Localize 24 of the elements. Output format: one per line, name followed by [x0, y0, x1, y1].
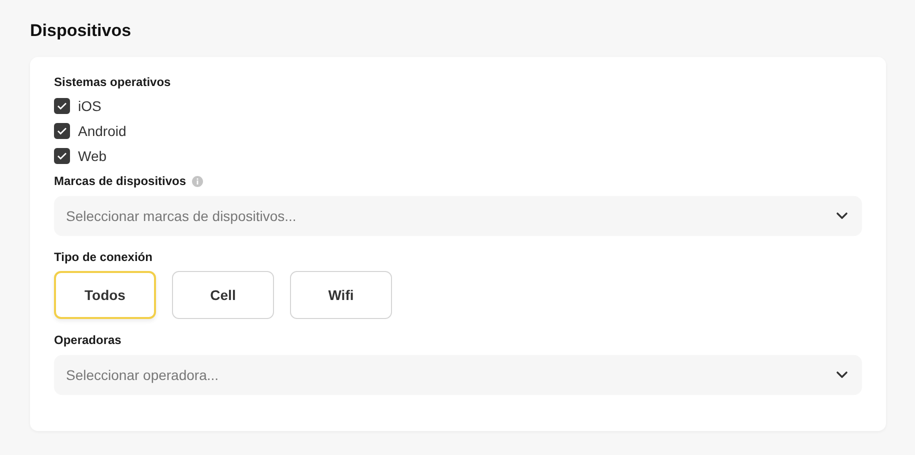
- check-icon: [57, 102, 67, 110]
- field-label: Sistemas operativos: [54, 74, 171, 91]
- section-title: Dispositivos: [30, 20, 132, 42]
- checkbox[interactable]: [54, 98, 70, 114]
- check-icon: [57, 126, 67, 134]
- connection-option[interactable]: Cell: [172, 271, 274, 319]
- chevron-down-icon: [836, 371, 848, 379]
- field-label: Operadoras: [54, 332, 122, 349]
- checkbox-label: Android: [78, 122, 126, 138]
- info-icon: [192, 176, 204, 186]
- check-icon: [57, 152, 67, 160]
- select-placeholder: Seleccionar marcas de dispositivos...: [66, 208, 296, 224]
- checkbox-label: Web: [78, 148, 107, 164]
- select-placeholder: Seleccionar operadora...: [66, 367, 219, 383]
- connection-option[interactable]: Todos: [54, 271, 156, 319]
- checkbox-label: iOS: [78, 98, 102, 114]
- field-label: Tipo de conexión: [54, 249, 152, 266]
- brands-select[interactable]: Seleccionar marcas de dispositivos...: [54, 196, 862, 236]
- checkbox[interactable]: [54, 148, 70, 164]
- field-label: Marcas de dispositivos: [54, 173, 186, 190]
- connection-option[interactable]: Wifi: [290, 271, 392, 319]
- chevron-down-icon: [836, 212, 848, 220]
- checkbox[interactable]: [54, 122, 70, 138]
- carrier-select[interactable]: Seleccionar operadora...: [54, 355, 862, 395]
